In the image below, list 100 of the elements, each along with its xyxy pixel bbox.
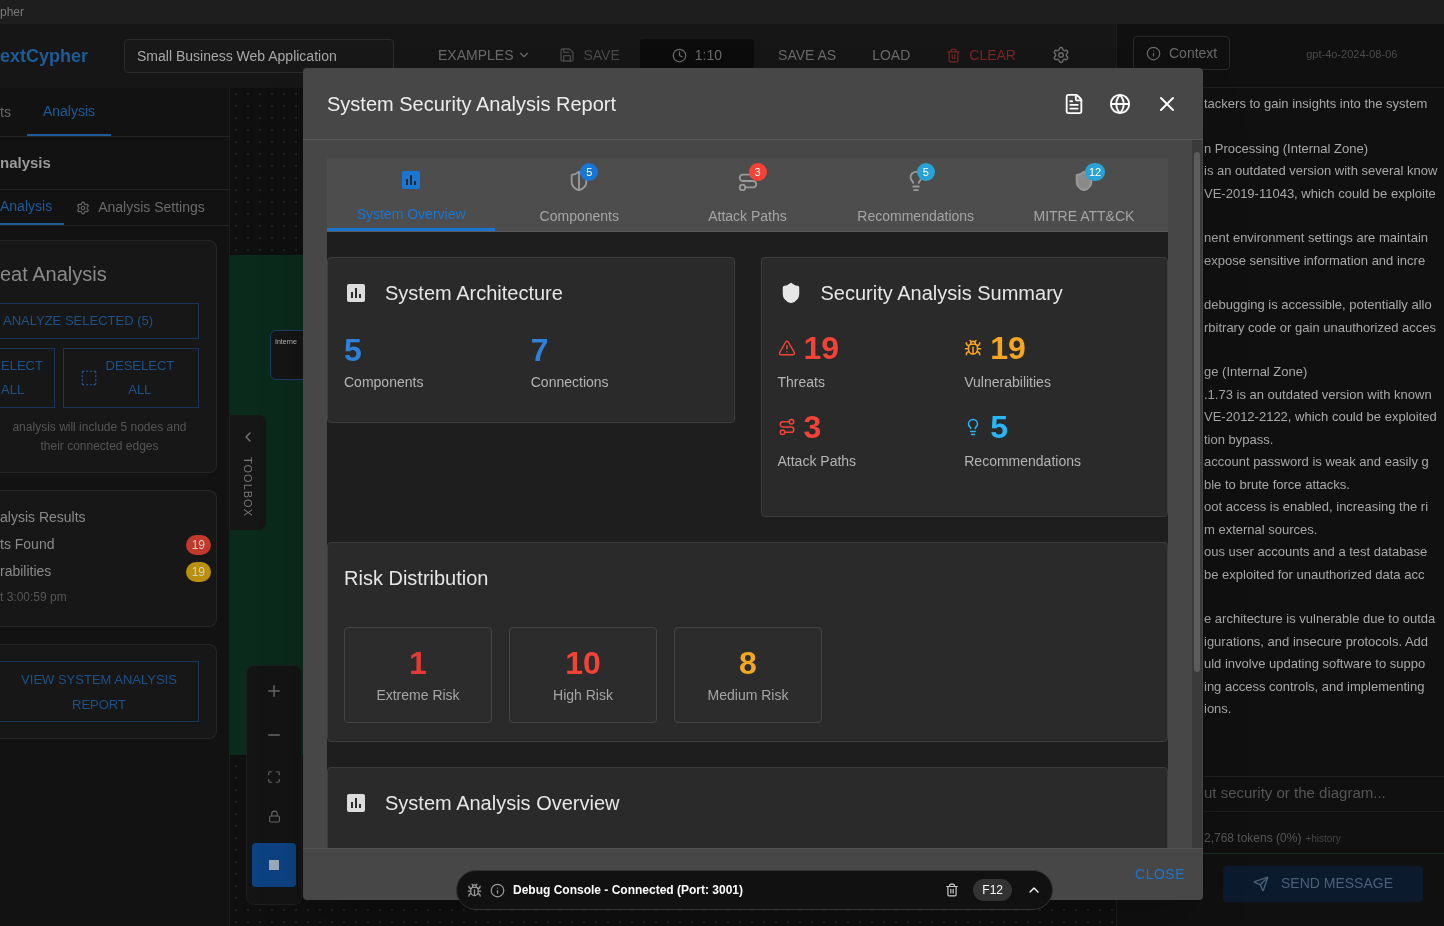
results-title: alysis Results xyxy=(0,508,87,527)
chat-text-line: n Processing (Internal Zone) xyxy=(1204,139,1370,158)
stat-label: Threats xyxy=(777,373,826,392)
stat-label: Connections xyxy=(530,373,610,392)
count-badge: 19 xyxy=(185,534,211,555)
clear-button[interactable]: CLEAR xyxy=(934,39,1028,71)
report-tab[interactable]: 5 Recommendations xyxy=(831,158,1000,231)
stat-value: 3 xyxy=(803,409,822,445)
card-title: Risk Distribution xyxy=(344,567,489,589)
count-badge: 5 xyxy=(916,163,935,181)
analysis-tab[interactable]: Analysis Settings xyxy=(76,190,217,225)
clock-icon xyxy=(671,47,687,63)
interactive-toggle-button[interactable] xyxy=(252,843,296,887)
report-tab[interactable]: System Overview xyxy=(327,158,496,231)
chat-text-line: nent environment settings are maintain xyxy=(1204,229,1429,247)
risk-label: High Risk xyxy=(553,685,613,705)
scrollbar[interactable] xyxy=(1192,140,1202,848)
chat-text-line: ble to brute force attacks. xyxy=(1204,475,1351,494)
shortcut-key: F12 xyxy=(973,879,1012,901)
chat-text-line: tackers to gain insights into the system xyxy=(1204,95,1429,113)
route-icon xyxy=(777,418,796,436)
settings-icon xyxy=(1051,46,1070,64)
result-label: ts Found xyxy=(0,535,55,554)
risk-value: 10 xyxy=(565,644,601,681)
chat-text-line: ing access controls, and implementing xyxy=(1204,677,1426,696)
count-badge: 12 xyxy=(1084,163,1106,181)
report-tab[interactable]: 5 Components xyxy=(495,158,664,231)
settings-icon xyxy=(76,200,91,215)
globe-icon[interactable] xyxy=(1109,92,1131,115)
stat-value: 19 xyxy=(803,330,840,366)
report-tab[interactable]: 12 MITRE ATT&CK xyxy=(999,158,1168,231)
stat-label: Vulnerabilities xyxy=(964,373,1052,392)
fit-view-icon[interactable] xyxy=(267,770,281,784)
risk-value: 1 xyxy=(409,644,427,681)
chat-text-line: rbitrary code or gain unauthorized acces xyxy=(1204,318,1437,337)
stat-label: Recommendations xyxy=(964,452,1082,471)
card-title: System Architecture xyxy=(385,281,563,306)
chat-text-line: uld involve updating software to suppo xyxy=(1204,655,1427,673)
zoom-in-icon[interactable] xyxy=(265,682,283,700)
chat-text-line: be exploited for unauthorized data acc xyxy=(1204,565,1426,584)
lock-icon[interactable] xyxy=(267,810,281,823)
analysis-tab[interactable]: Analysis xyxy=(0,190,65,225)
model-name: gpt-4o-2024-08-06 xyxy=(1306,47,1398,62)
timer-button[interactable]: 1:10 xyxy=(639,39,755,71)
chat-text-line: debugging is accessible, potentially allo xyxy=(1204,296,1433,314)
info-icon xyxy=(1146,45,1161,61)
project-name-field[interactable]: Small Business Web Application xyxy=(124,39,394,73)
risk-value: 8 xyxy=(739,644,757,681)
card-title: Security Analysis Summary xyxy=(820,281,1063,306)
stat-value: 19 xyxy=(990,330,1026,366)
result-label: rabilities xyxy=(0,562,52,581)
bug-icon xyxy=(964,339,983,357)
chat-text-line: ous user accounts and a test database xyxy=(1204,543,1429,561)
console-status: Debug Console - Connected (Port: 3001) xyxy=(513,882,745,899)
toolbar-button[interactable]: SAVE AS xyxy=(766,39,849,71)
chat-text-line: ge (Internal Zone) xyxy=(1204,363,1309,381)
bug-icon xyxy=(467,882,482,898)
warning-icon xyxy=(777,339,796,357)
chat-text-line: account password is weak and easily g xyxy=(1204,453,1430,471)
card-title: eat Analysis xyxy=(0,262,108,287)
chat-text-line: m external sources. xyxy=(1204,520,1319,539)
debug-console-bar[interactable]: Debug Console - Connected (Port: 3001) F12 xyxy=(456,870,1053,910)
brand-name: extCypher xyxy=(0,45,90,68)
panel-tab[interactable]: Analysis xyxy=(26,88,112,136)
chart-icon xyxy=(346,283,366,303)
send-icon xyxy=(1253,875,1269,892)
analyze-selected-button[interactable]: ANALYZE SELECTED (5) xyxy=(0,303,199,339)
stat-label: Attack Paths xyxy=(777,452,858,471)
count-badge: 5 xyxy=(580,163,599,181)
chat-text-line: oot access is enabled, increasing the ri xyxy=(1204,498,1429,516)
document-icon[interactable] xyxy=(1063,92,1085,115)
floppy-icon xyxy=(559,47,576,63)
chat-text-line: tion bypass. xyxy=(1204,430,1275,449)
count-badge: 19 xyxy=(185,561,211,582)
stat-label: Components xyxy=(344,373,425,392)
view-report-button[interactable]: VIEW SYSTEM ANALYSIS REPORT xyxy=(0,661,199,722)
close-button[interactable]: CLOSE xyxy=(1135,864,1185,885)
stat-value: 7 xyxy=(530,332,550,368)
send-message-button[interactable]: SEND MESSAGE xyxy=(1223,865,1423,902)
chat-text-line: expose sensitive information and incre xyxy=(1204,251,1427,270)
analysis-note: analysis will include 5 nodes and their connected edges xyxy=(11,419,188,455)
deselect-icon xyxy=(79,369,98,387)
chat-text-line: igurations, and insecure protocols. Add xyxy=(1204,632,1430,651)
square-icon xyxy=(269,860,279,870)
trash-icon[interactable] xyxy=(945,883,960,897)
deselect-all-button[interactable]: DESELECT ALL xyxy=(62,348,199,408)
chat-text-line: VE-2012-2122, which could be exploited xyxy=(1204,408,1438,426)
examples-menu-button[interactable]: EXAMPLES xyxy=(430,39,540,71)
chat-text-line: is an outdated version with several know xyxy=(1204,162,1439,180)
scrollbar-thumb[interactable] xyxy=(1194,152,1200,672)
panel-heading: nalysis xyxy=(0,152,51,173)
toolbar-button[interactable]: LOAD xyxy=(860,39,923,71)
stat-value: 5 xyxy=(344,332,363,368)
toolbox-tab[interactable]: TOOLBOX xyxy=(230,415,266,530)
select-all-button[interactable]: ELECT ALL xyxy=(0,348,55,408)
chat-text-line: VE-2019-11043, which could be exploite xyxy=(1204,184,1437,203)
timestamp: t 3:00:59 pm xyxy=(0,589,68,606)
report-tab[interactable]: 3 Attack Paths xyxy=(663,158,832,231)
chat-text-line: e architecture is vulnerable due to outda xyxy=(1204,610,1437,628)
panel-tab[interactable]: ts xyxy=(0,88,27,136)
